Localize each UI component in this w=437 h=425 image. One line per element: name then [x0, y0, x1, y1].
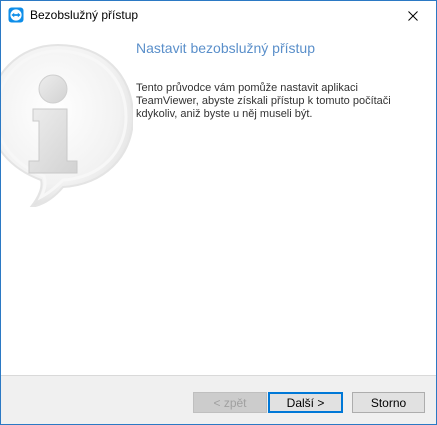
- teamviewer-icon: [8, 7, 24, 23]
- page-description: Tento průvodce vám pomůže nastavit aplik…: [136, 82, 391, 120]
- page-heading: Nastavit bezobslužný přístup: [136, 40, 315, 56]
- window-title: Bezobslužný přístup: [30, 8, 139, 22]
- close-icon: [408, 11, 418, 21]
- next-button[interactable]: Další >: [268, 392, 343, 413]
- button-bar: < zpět Další > Storno: [1, 376, 436, 424]
- wizard-content: Nastavit bezobslužný přístup Tento průvo…: [1, 31, 436, 375]
- close-button[interactable]: [390, 1, 436, 31]
- title-bar[interactable]: Bezobslužný přístup: [1, 1, 436, 31]
- back-button[interactable]: < zpět: [193, 392, 267, 413]
- wizard-window: Bezobslužný přístup Nastavit bezobslužný…: [0, 0, 437, 425]
- cancel-button[interactable]: Storno: [352, 392, 425, 413]
- info-icon: [1, 37, 135, 209]
